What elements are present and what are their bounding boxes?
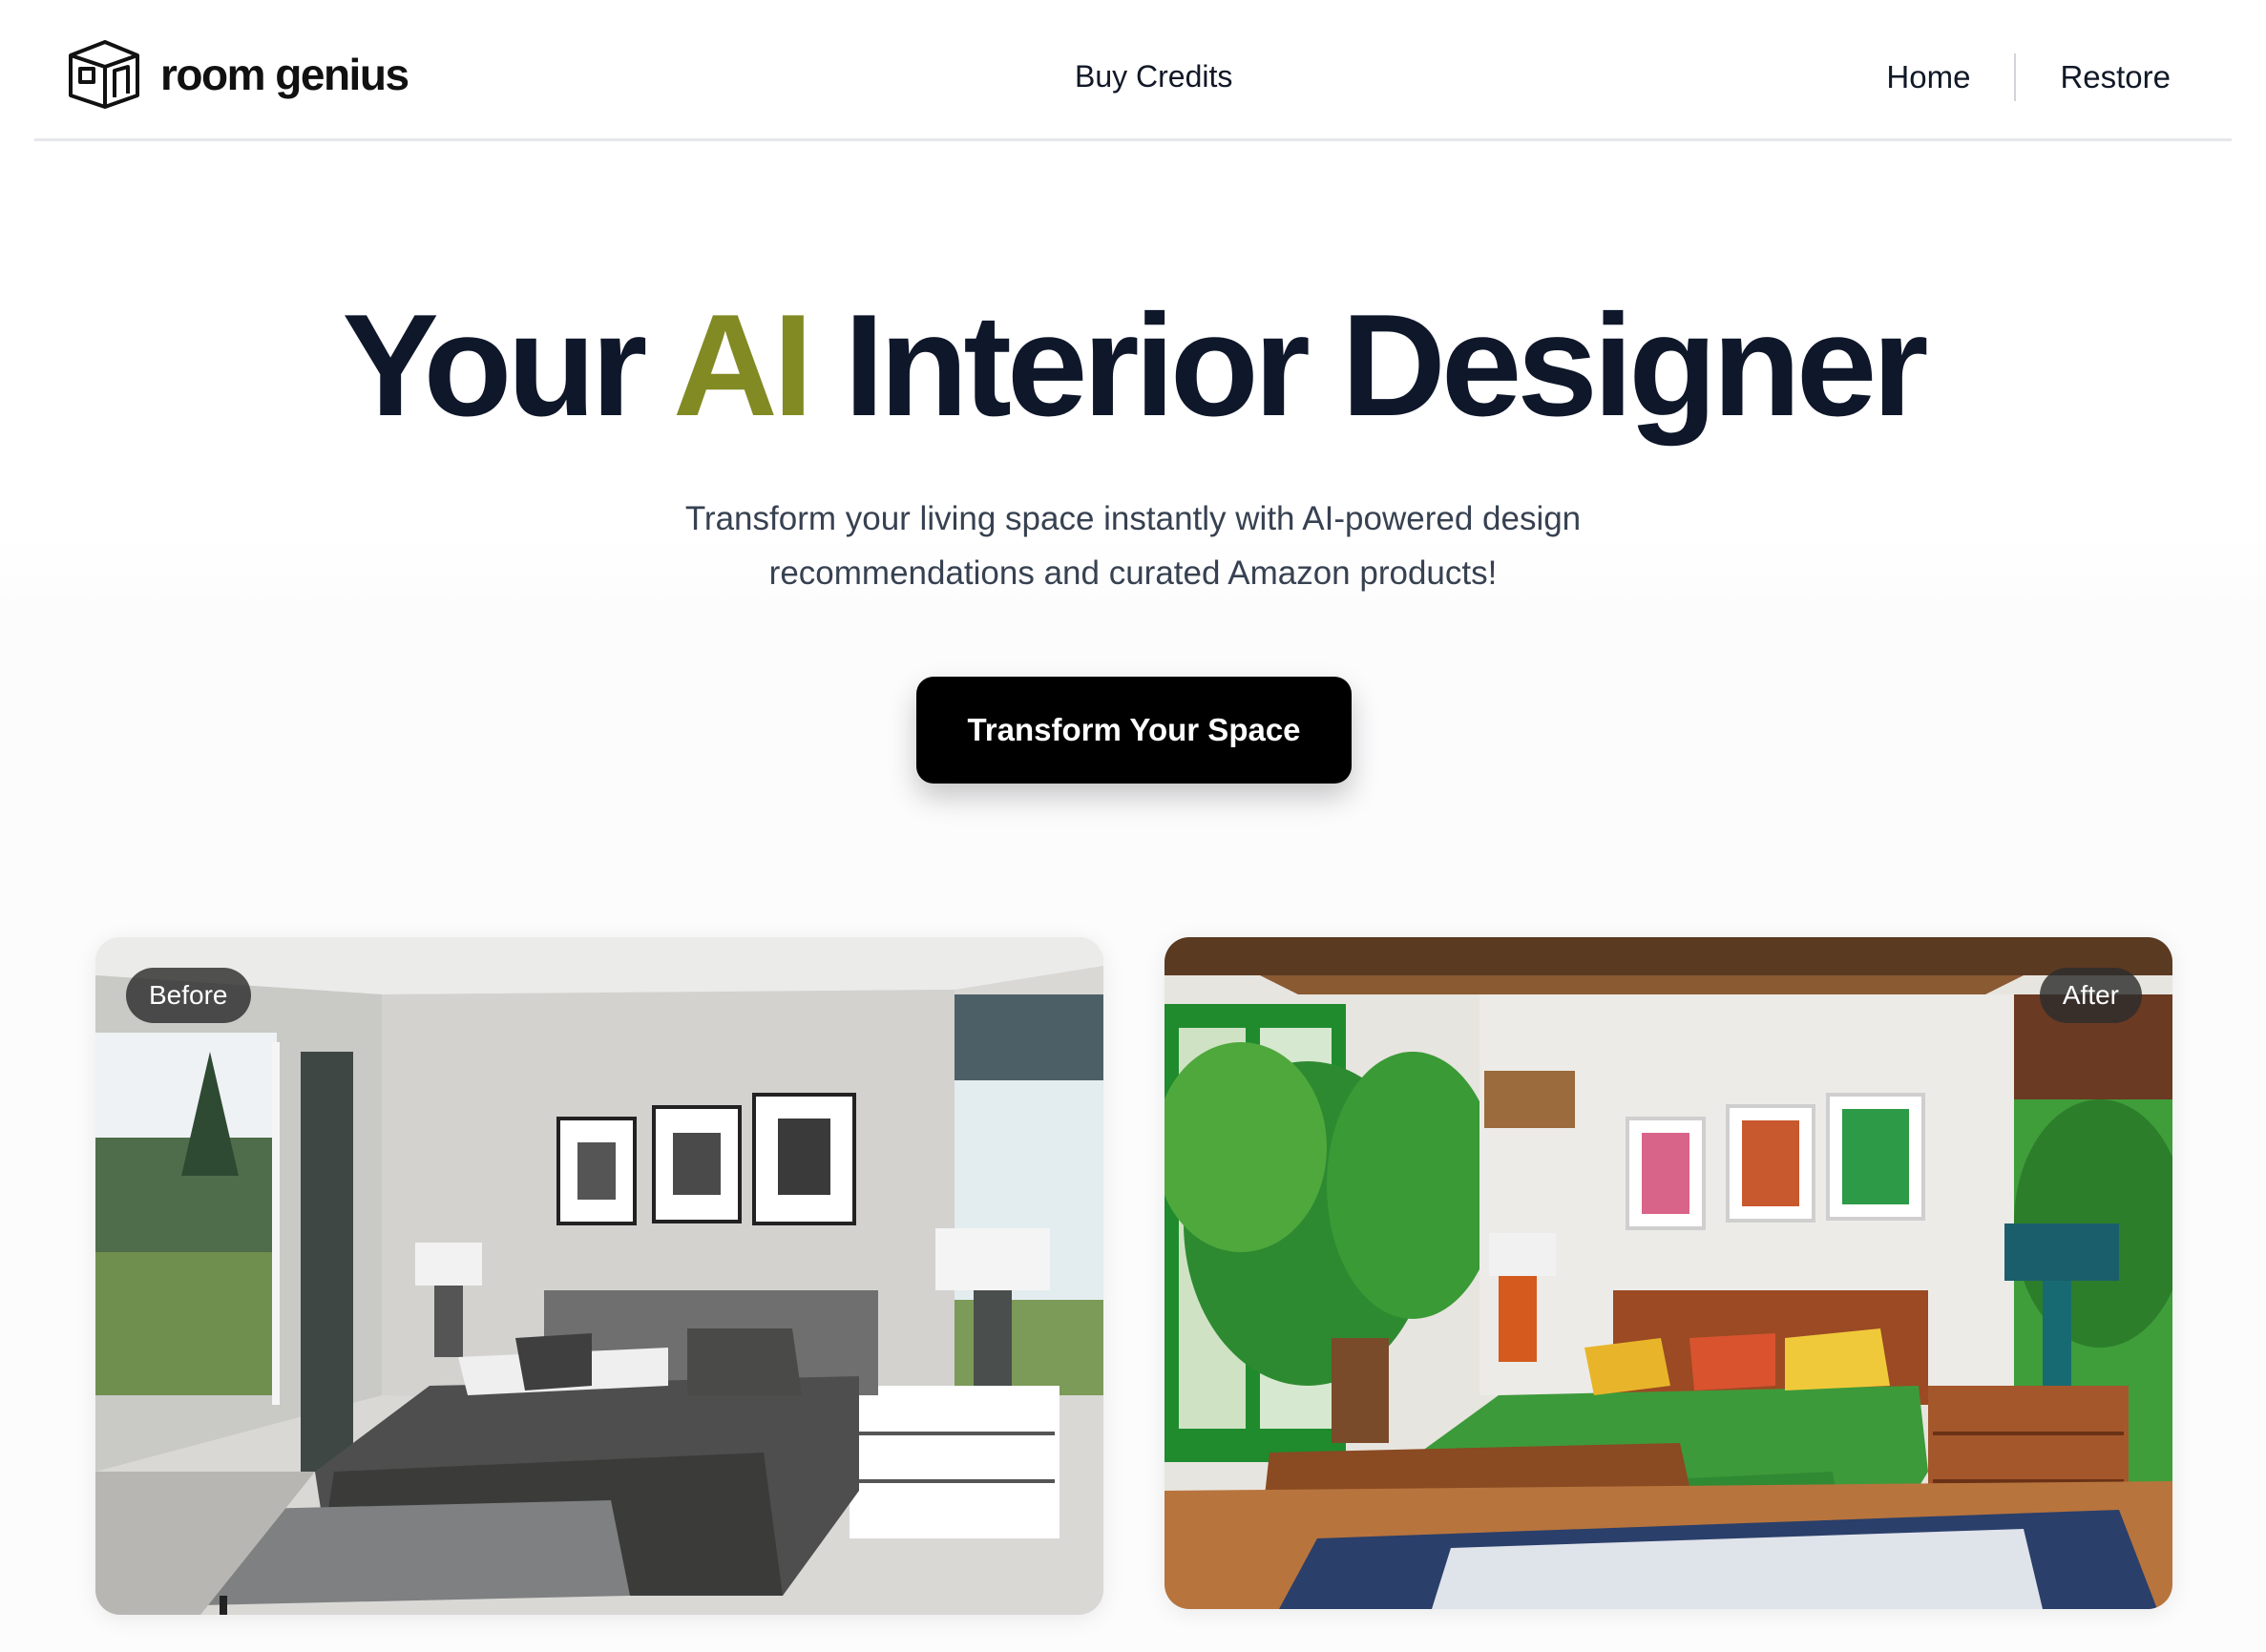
before-badge: Before [126, 968, 251, 1023]
nav-right: Home Restore [1886, 53, 2171, 101]
nav-divider [2014, 53, 2017, 101]
home-link[interactable]: Home [1886, 53, 1970, 101]
top-nav-bar: room genius Buy Credits Home Restore [34, 0, 2232, 141]
restore-link[interactable]: Restore [2060, 53, 2171, 101]
hero-title-part1: Your [342, 284, 647, 447]
hero-subtitle-line2: recommendations and curated Amazon produ… [768, 554, 1498, 592]
buy-credits-link[interactable]: Buy Credits [1075, 59, 1232, 94]
logo[interactable]: room genius [67, 38, 409, 111]
hero-subtitle-line1: Transform your living space instantly wi… [684, 500, 1582, 537]
after-badge: After [2039, 968, 2142, 1023]
hero-title-part2: Interior Designer [844, 284, 1928, 447]
transform-space-button[interactable]: Transform Your Space [916, 677, 1352, 784]
after-room-image [1164, 937, 2172, 1609]
logo-text: room genius [160, 50, 409, 99]
hero-title-ai: AI [673, 284, 813, 447]
before-image-card: Before [95, 937, 1103, 1615]
hero-subtitle: Transform your living space instantly wi… [0, 491, 2266, 600]
room-cube-icon [69, 40, 139, 109]
after-image-card: After [1164, 937, 2172, 1609]
before-room-image [95, 937, 1103, 1615]
page: room genius Buy Credits Home Restore You… [0, 0, 2266, 1652]
hero-title: Your AI Interior Designer [0, 284, 2266, 447]
